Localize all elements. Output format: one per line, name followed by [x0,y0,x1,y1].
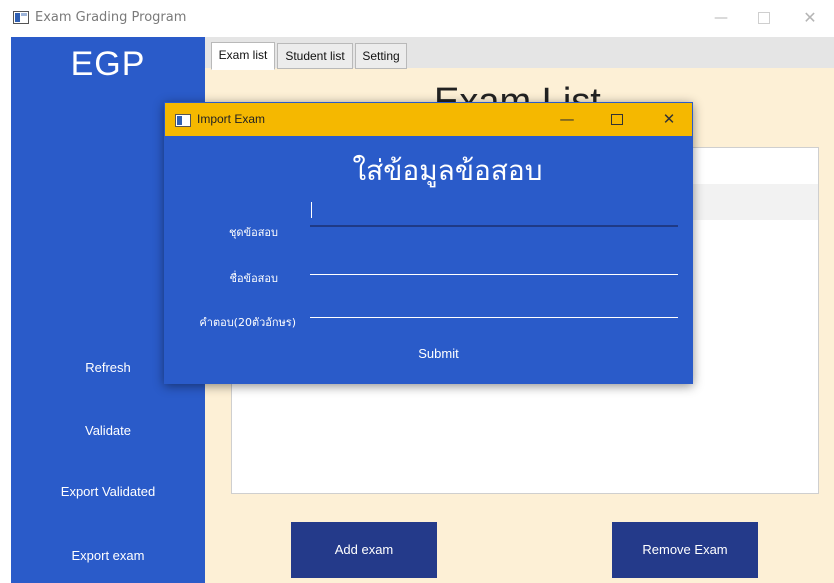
maximize-button[interactable] [751,6,777,30]
submit-button[interactable]: Submit [165,346,692,361]
dialog-title: Import Exam [197,112,266,126]
validate-button[interactable]: Validate [11,423,205,438]
minimize-button[interactable]: — [708,6,734,30]
dialog-titlebar: Import Exam — ✕ [165,103,692,136]
import-exam-dialog: Import Exam — ✕ ใส่ข้อมูลข้อสอบ ชุดข้อสอ… [164,102,693,384]
window-title: Exam Grading Program [35,10,187,25]
window-titlebar: Exam Grading Program — ✕ [0,0,834,37]
dialog-app-icon [175,114,191,127]
export-exam-button[interactable]: Export exam [11,548,205,563]
close-button[interactable]: ✕ [797,6,823,30]
add-exam-button[interactable]: Add exam [291,522,437,578]
dialog-minimize-button[interactable]: — [553,107,581,131]
answer-key-input[interactable] [310,317,678,318]
exam-name-input[interactable] [310,274,678,275]
dialog-maximize-button[interactable] [603,107,631,131]
text-caret [311,202,312,218]
tab-exam-list[interactable]: Exam list [211,42,275,70]
maximize-icon [611,114,623,125]
app-icon [13,11,29,24]
exam-name-label: ชื่อข้อสอบ [229,272,278,285]
tab-setting[interactable]: Setting [355,43,407,69]
app-logo: EGP [70,45,146,83]
tab-strip: Exam list Student list Setting [205,37,834,70]
dialog-close-button[interactable]: ✕ [655,107,683,131]
dialog-heading: ใส่ข้อมูลข้อสอบ [352,154,543,187]
maximize-icon [758,12,770,24]
exam-set-label: ชุดข้อสอบ [228,226,278,239]
exam-set-input[interactable] [310,225,678,227]
export-validated-button[interactable]: Export Validated [11,484,205,499]
tab-student-list[interactable]: Student list [277,43,353,69]
remove-exam-button[interactable]: Remove Exam [612,522,758,578]
answer-key-label: คำตอบ(20ตัวอักษร) [199,316,296,329]
